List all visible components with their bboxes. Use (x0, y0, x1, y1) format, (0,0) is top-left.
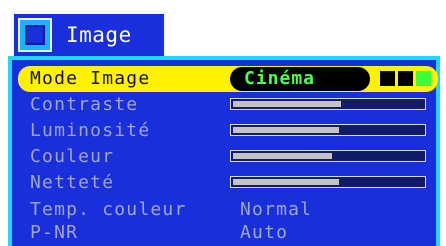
couleur-slider[interactable] (230, 150, 426, 162)
menu-item-p-nr[interactable]: P-NR Auto (12, 221, 436, 245)
mode-image-value: Cinéma (244, 68, 316, 89)
picture-frame-icon (18, 18, 52, 52)
menu-item-temp-couleur[interactable]: Temp. couleur Normal (12, 198, 436, 222)
mode-image-selector[interactable]: Cinéma (230, 67, 370, 91)
menu-item-label: Couleur (30, 146, 115, 167)
menu-item-label: Netteté (30, 172, 115, 193)
p-nr-value: Auto (240, 222, 289, 243)
couleur-level-fill (233, 153, 332, 159)
nettete-slider[interactable] (230, 176, 426, 188)
osd-menu-panel: Mode Image Cinéma Contraste Luminosité C… (8, 56, 440, 246)
mode-indicator-square (380, 71, 395, 86)
menu-item-contraste[interactable]: Contraste (12, 93, 436, 117)
menu-item-label: Luminosité (30, 120, 151, 141)
luminosite-level-fill (233, 127, 339, 133)
contraste-level-fill (233, 101, 341, 107)
luminosite-slider[interactable] (230, 124, 426, 136)
menu-item-label: P-NR (30, 222, 79, 243)
menu-item-couleur[interactable]: Couleur (12, 145, 436, 169)
temp-couleur-value: Normal (240, 199, 313, 220)
nettete-level-fill (233, 179, 339, 185)
menu-item-label: Mode Image (30, 68, 151, 89)
menu-tab: Image (11, 11, 166, 56)
mode-indicator-square (398, 71, 413, 86)
contraste-slider[interactable] (230, 98, 426, 110)
mode-indicator-square (416, 71, 431, 86)
menu-item-mode-image[interactable]: Mode Image Cinéma (18, 66, 438, 92)
menu-item-nettete[interactable]: Netteté (12, 171, 436, 195)
menu-item-label: Temp. couleur (30, 199, 187, 220)
menu-title: Image (66, 23, 132, 47)
menu-item-luminosite[interactable]: Luminosité (12, 119, 436, 143)
menu-item-label: Contraste (30, 94, 139, 115)
